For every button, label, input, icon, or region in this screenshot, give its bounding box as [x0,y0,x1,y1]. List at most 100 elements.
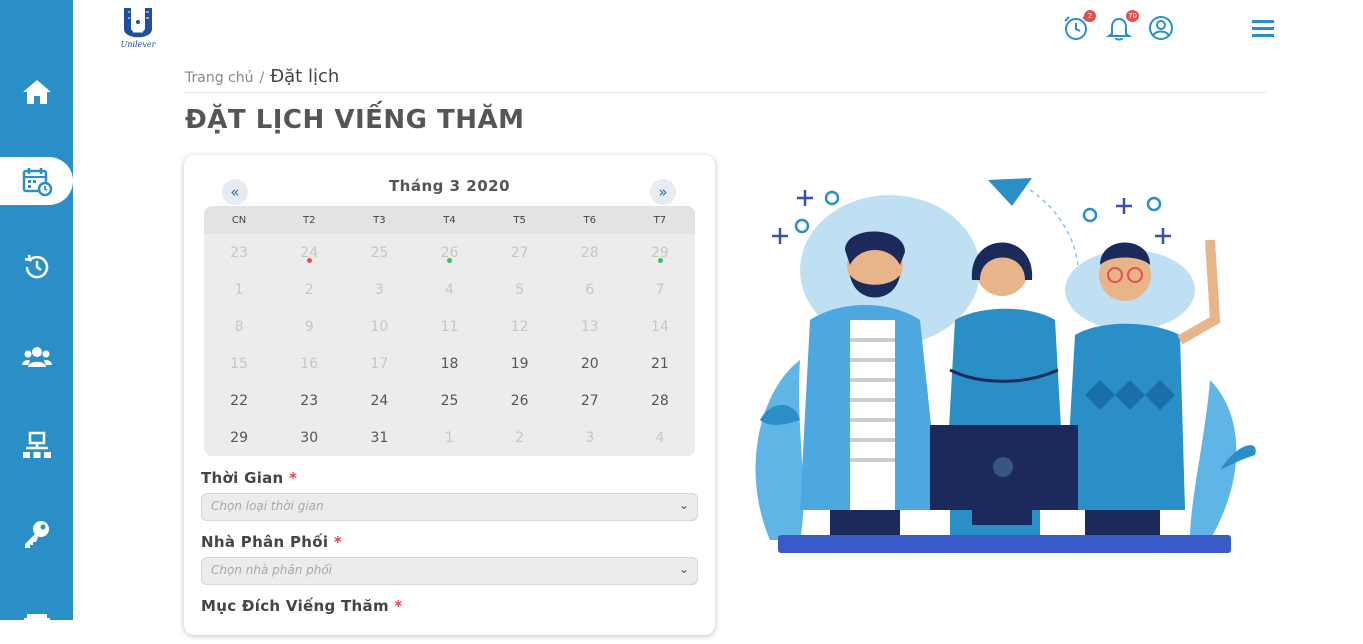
breadcrumb-divider [185,92,1266,93]
printer-icon [23,614,50,628]
required-mark: * [289,469,298,487]
team-illustration [755,178,1256,553]
users-icon [21,347,52,367]
event-dot-green [447,258,453,263]
bell-badge: 70 [1126,10,1139,22]
hamburger-icon [1252,20,1274,37]
calendar-day[interactable]: 28 [555,234,625,271]
weekday-label: T7 [653,214,667,226]
key-icon [24,521,49,548]
calendar-day[interactable]: 20 [555,345,625,382]
calendar-day[interactable]: 31 [344,419,414,456]
logo-text: Unilever [120,40,156,49]
distributor-select[interactable]: Chọn nhà phân phối ⌄ [201,557,698,585]
calendar-day[interactable]: 8 [204,308,274,345]
menu-button[interactable] [1250,16,1280,46]
calendar-day[interactable]: 29 [204,419,274,456]
calendar-day[interactable]: 24 [344,382,414,419]
time-select[interactable]: Chọn loại thời gian ⌄ [201,493,698,521]
sidebar-item-history[interactable] [0,243,73,291]
chevron-down-icon: ⌄ [678,498,689,512]
breadcrumb-home-link[interactable]: Trang chủ [185,70,253,86]
weekday-label: T3 [373,214,386,226]
sidebar [0,0,73,628]
weekday-label: CN [231,214,247,226]
calendar-day[interactable]: 16 [274,345,344,382]
unilever-logo: Unilever [116,6,160,52]
calendar-day[interactable]: 2 [274,271,344,308]
weekday-label: T5 [513,214,526,226]
event-dot-red [307,258,313,263]
calendar-day[interactable]: 15 [204,345,274,382]
chevron-down-icon: ⌄ [678,562,689,576]
calendar-day[interactable]: 19 [485,345,555,382]
calendar-day[interactable]: 7 [625,271,695,308]
calendar-day[interactable]: 25 [344,234,414,271]
calendar-day[interactable]: 11 [414,308,484,345]
calendar-day[interactable]: 26 [414,234,484,271]
calendar-day[interactable]: 30 [274,419,344,456]
required-mark: * [333,533,342,551]
user-circle-icon [1149,16,1173,40]
event-dot-green [657,258,663,263]
calendar-day[interactable]: 27 [555,382,625,419]
calendar-day[interactable]: 12 [485,308,555,345]
calendar-day[interactable]: 28 [625,382,695,419]
alarm-badge: 2 [1084,10,1096,22]
sidebar-item-users[interactable] [0,333,73,381]
calendar-day[interactable]: 22 [204,382,274,419]
history-icon [24,254,48,279]
alarm-button[interactable]: 2 [1062,10,1096,44]
calendar-icon [22,168,52,197]
required-mark: * [394,597,403,615]
calendar-day[interactable]: 25 [414,382,484,419]
sidebar-item-calendar[interactable] [0,157,73,205]
calendar-day[interactable]: 29 [625,234,695,271]
calendar-day[interactable]: 23 [274,382,344,419]
notifications-button[interactable]: 70 [1105,10,1139,44]
sidebar-item-home[interactable] [0,68,73,116]
calendar-grid: CN T2 T3 T4 T5 T6 T7 23 24 25 26 27 28 2… [204,206,695,456]
breadcrumb-separator: / [259,70,265,86]
time-select-placeholder: Chọn loại thời gian [211,499,324,513]
purpose-label: Mục Đích Viếng Thăm * [201,597,403,615]
sidebar-item-network[interactable] [0,422,73,470]
calendar-day[interactable]: 3 [555,419,625,456]
calendar-day[interactable]: 3 [344,271,414,308]
breadcrumb: Trang chủ / Đặt lịch [185,66,339,87]
calendar-day[interactable]: 21 [625,345,695,382]
calendar-day[interactable]: 4 [625,419,695,456]
calendar-day[interactable]: 6 [555,271,625,308]
calendar-day[interactable]: 26 [485,382,555,419]
calendar-day[interactable]: 24 [274,234,344,271]
calendar-day[interactable]: 17 [344,345,414,382]
calendar-day[interactable]: 1 [414,419,484,456]
distributor-label: Nhà Phân Phối * [201,533,342,551]
calendar-month-label: Tháng 3 2020 [388,177,511,195]
sidebar-item-key[interactable] [0,510,73,558]
calendar-day[interactable]: 27 [485,234,555,271]
calendar-day[interactable]: 9 [274,308,344,345]
calendar-day[interactable]: 13 [555,308,625,345]
account-button[interactable] [1147,14,1177,44]
calendar-days: 23 24 25 26 27 28 29 1 2 3 4 5 6 7 8 9 1… [204,234,695,456]
booking-card: « Tháng 3 2020 » CN T2 T3 T4 T5 T6 T7 23… [184,155,715,635]
breadcrumb-current: Đặt lịch [270,66,340,87]
network-icon [22,431,51,458]
calendar-day[interactable]: 5 [485,271,555,308]
weekday-label: T4 [443,214,456,226]
calendar-day[interactable]: 23 [204,234,274,271]
calendar-day[interactable]: 1 [204,271,274,308]
weekday-label: T6 [583,214,597,226]
calendar-day[interactable]: 14 [625,308,695,345]
calendar-day[interactable]: 18 [414,345,484,382]
calendar-day[interactable]: 2 [485,419,555,456]
next-month-button[interactable]: » [650,179,676,205]
time-label: Thời Gian * [201,469,298,487]
calendar-weekdays: CN T2 T3 T4 T5 T6 T7 [204,206,695,234]
unilever-logo-mark [124,8,152,38]
distributor-select-placeholder: Chọn nhà phân phối [211,563,333,577]
calendar-day[interactable]: 10 [344,308,414,345]
calendar-day[interactable]: 4 [414,271,484,308]
sidebar-item-printer[interactable] [0,596,73,644]
